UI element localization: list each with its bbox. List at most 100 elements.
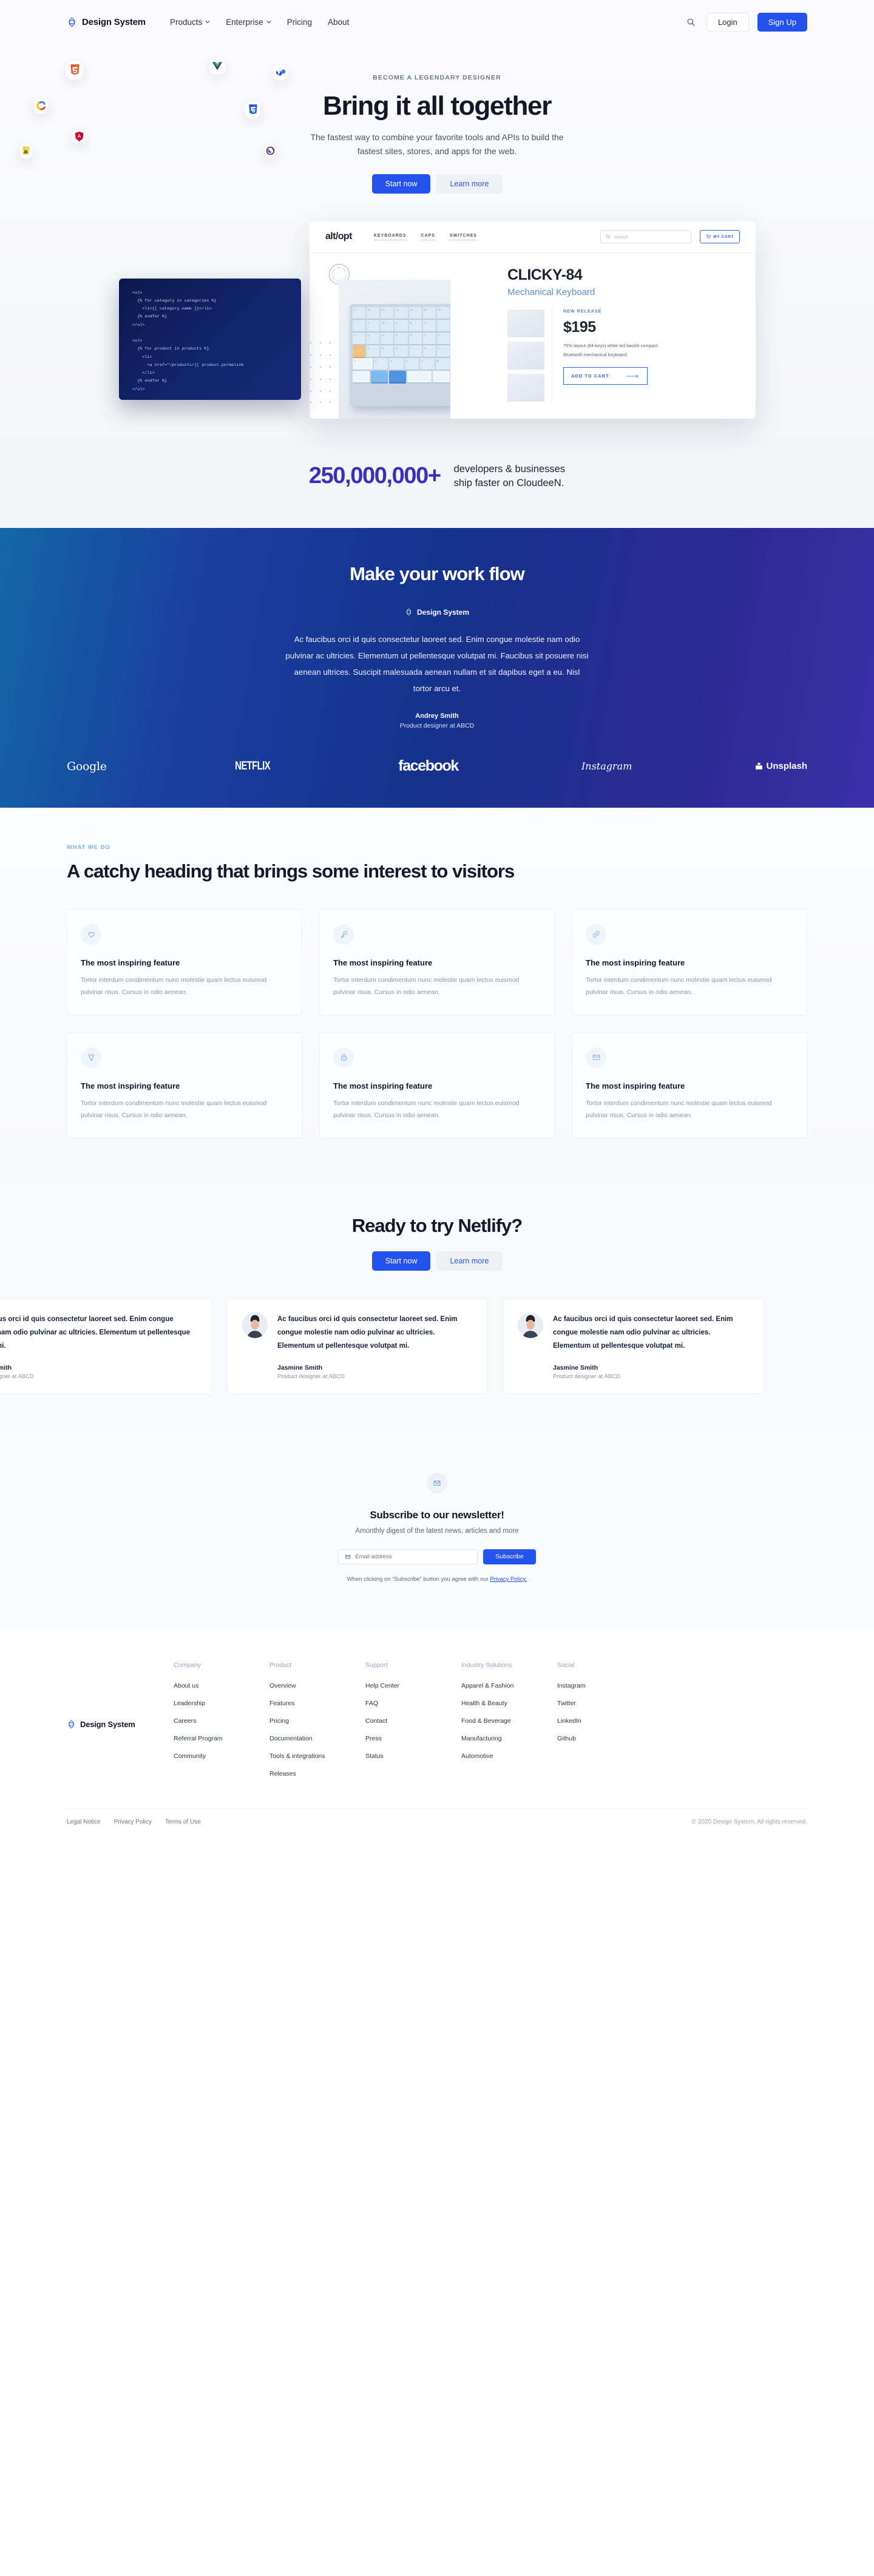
footer-link[interactable]: Referral Program [174, 1735, 269, 1742]
testimonial-quote: Ac faucibus orci id quis consectetur lao… [553, 1315, 733, 1350]
footer-brand-name: Design System [80, 1720, 135, 1729]
testimonial-carousel[interactable]: Ac faucibus orci id quis consectetur lao… [0, 1291, 874, 1428]
email-field-wrapper[interactable] [338, 1549, 478, 1564]
footer-link[interactable]: Careers [174, 1717, 269, 1725]
product-thumbnails [507, 309, 552, 402]
privacy-policy-link[interactable]: Privacy Policy [114, 1819, 152, 1825]
footer-link[interactable]: Contact [365, 1717, 461, 1725]
product-thumbnail[interactable] [507, 373, 544, 402]
shop-search-input[interactable]: search [600, 230, 692, 244]
feature-card[interactable]: The most inspiring feature Tortor interd… [67, 908, 302, 1015]
login-button[interactable]: Login [706, 12, 749, 32]
footer-link[interactable]: Help Center [365, 1682, 461, 1689]
terms-of-use-link[interactable]: Terms of Use [165, 1819, 201, 1825]
footer-link[interactable]: About us [174, 1682, 269, 1689]
footer-link[interactable]: Manufacturing [461, 1735, 557, 1742]
footer-link[interactable]: Health & Beauty [461, 1700, 557, 1707]
footer-link[interactable]: Github [557, 1735, 653, 1742]
hero-cta-group: Start now Learn more [0, 174, 874, 194]
feature-card[interactable]: The most inspiring feature Tortor interd… [572, 908, 807, 1015]
footer-link[interactable]: Automotive [461, 1753, 557, 1760]
footer-link[interactable]: Leadership [174, 1700, 269, 1707]
footer-link[interactable]: LinkedIn [557, 1717, 653, 1725]
footer-brand[interactable]: Design System [67, 1662, 174, 1788]
cta-section: Ready to try Netlify? Start now Learn mo… [0, 1180, 874, 1291]
shop-header: alt/opt KEYBOARDS CAPS SWITCHES search M… [310, 221, 756, 253]
product-thumbnail[interactable] [507, 341, 544, 370]
footer-link[interactable]: Instagram [557, 1682, 653, 1689]
footer-link[interactable]: Tools & integrations [269, 1753, 365, 1760]
feature-card[interactable]: The most inspiring feature Tortor interd… [319, 908, 555, 1015]
privacy-policy-link[interactable]: Privacy Policy. [490, 1576, 527, 1583]
footer-link[interactable]: Overview [269, 1682, 365, 1689]
nav-item-enterprise[interactable]: Enterprise [226, 18, 271, 27]
cta-start-now-button[interactable]: Start now [371, 1251, 431, 1271]
feature-card[interactable]: The most inspiring feature Tortor interd… [572, 1032, 807, 1138]
shop-nav: KEYBOARDS CAPS SWITCHES [373, 234, 477, 240]
product-mockup: alt/opt KEYBOARDS CAPS SWITCHES search M… [0, 221, 874, 437]
shop-nav-caps[interactable]: CAPS [421, 234, 435, 240]
unsplash-icon [756, 763, 763, 769]
newsletter-form: Subscribe [0, 1549, 874, 1564]
nav-item-pricing[interactable]: Pricing [287, 18, 312, 27]
feature-card-title: The most inspiring feature [586, 1081, 685, 1090]
shop-nav-keyboards[interactable]: KEYBOARDS [373, 234, 407, 240]
brand-name: Design System [82, 16, 146, 27]
testimonial-quote: Ac faucibus orci id quis consectetur lao… [277, 1315, 458, 1350]
hero-start-now-button[interactable]: Start now [371, 174, 431, 194]
footer-link[interactable]: Community [174, 1753, 269, 1760]
product-info-column: CLICKY-84 Mechanical Keyboard NEW RELEAS… [489, 266, 740, 419]
stat-number: 250,000,000+ [308, 463, 441, 489]
cta-learn-more-button[interactable]: Learn more [436, 1251, 503, 1271]
cta-title: Ready to try Netlify? [351, 1214, 523, 1236]
testimonial-name: Jasmine Smith [0, 1364, 12, 1371]
feature-card-title: The most inspiring feature [333, 958, 433, 967]
footer-link[interactable]: FAQ [365, 1700, 461, 1707]
newsletter-title: Subscribe to our newsletter! [370, 1509, 504, 1521]
hero-learn-more-button[interactable]: Learn more [436, 174, 503, 194]
footer-column-title: Product [269, 1661, 292, 1669]
design-system-logo-icon [69, 1720, 74, 1729]
design-system-logo-icon [69, 17, 75, 27]
shop-cart-button[interactable]: MY CART [700, 230, 740, 244]
footer-link[interactable]: Twitter [557, 1700, 653, 1707]
brand-logo[interactable]: Design System [67, 17, 146, 27]
features-section: WHAT WE DO A catchy heading that brings … [0, 808, 874, 1181]
testimonial-body: Ac faucibus orci id quis consectetur lao… [553, 1313, 748, 1380]
search-icon[interactable] [685, 15, 698, 29]
arrow-right-icon [626, 374, 639, 378]
footer-column-title: Support [365, 1661, 388, 1669]
testimonial-name: Jasmine Smith [553, 1364, 598, 1371]
shop-nav-switches[interactable]: SWITCHES [449, 234, 477, 240]
footer-link[interactable]: Features [269, 1700, 365, 1707]
band-brand-name: Design System [416, 607, 470, 617]
footer-column-company: Company About us Leadership Careers Refe… [174, 1662, 269, 1788]
legal-notice-link[interactable]: Legal Notice [67, 1819, 101, 1825]
avatar [242, 1312, 268, 1338]
footer-link[interactable]: Documentation [269, 1735, 365, 1742]
copyright-text: © 2020 Design System. All rights reserve… [691, 1818, 807, 1825]
nav-item-products[interactable]: Products [170, 18, 210, 27]
hero-content: BECOME A LEGENDARY DESIGNER Bring it all… [0, 74, 874, 194]
nav-item-about[interactable]: About [328, 18, 349, 27]
feature-card[interactable]: The most inspiring feature Tortor interd… [67, 1032, 302, 1138]
footer-link[interactable]: Releases [269, 1770, 365, 1777]
footer-link[interactable]: Pricing [269, 1717, 365, 1725]
signup-button[interactable]: Sign Up [757, 12, 807, 32]
subscribe-button[interactable]: Subscribe [483, 1549, 536, 1564]
logo-unsplash-label: Unsplash [766, 761, 807, 772]
top-navigation-bar: Design System Products Enterprise Pricin… [0, 0, 874, 44]
footer-link[interactable]: Food & Beverage [461, 1717, 557, 1725]
feature-card-text: Tortor interdum condimentum nunc molesti… [586, 976, 772, 996]
cart-icon [706, 234, 711, 239]
footer-link[interactable]: Apparel & Fashion [461, 1682, 557, 1689]
footer-link[interactable]: Status [365, 1753, 461, 1760]
newsletter-note: When clicking on “Subscribe” button you … [0, 1576, 874, 1583]
footer-column-social: Social Instagram Twitter LinkedIn Github [557, 1662, 653, 1788]
product-thumbnail[interactable] [507, 309, 544, 337]
add-to-cart-button[interactable]: ADD TO CART [563, 367, 648, 385]
email-field[interactable] [355, 1553, 472, 1560]
avatar [518, 1312, 543, 1338]
feature-card[interactable]: The most inspiring feature Tortor interd… [319, 1032, 555, 1138]
footer-link[interactable]: Press [365, 1735, 461, 1742]
